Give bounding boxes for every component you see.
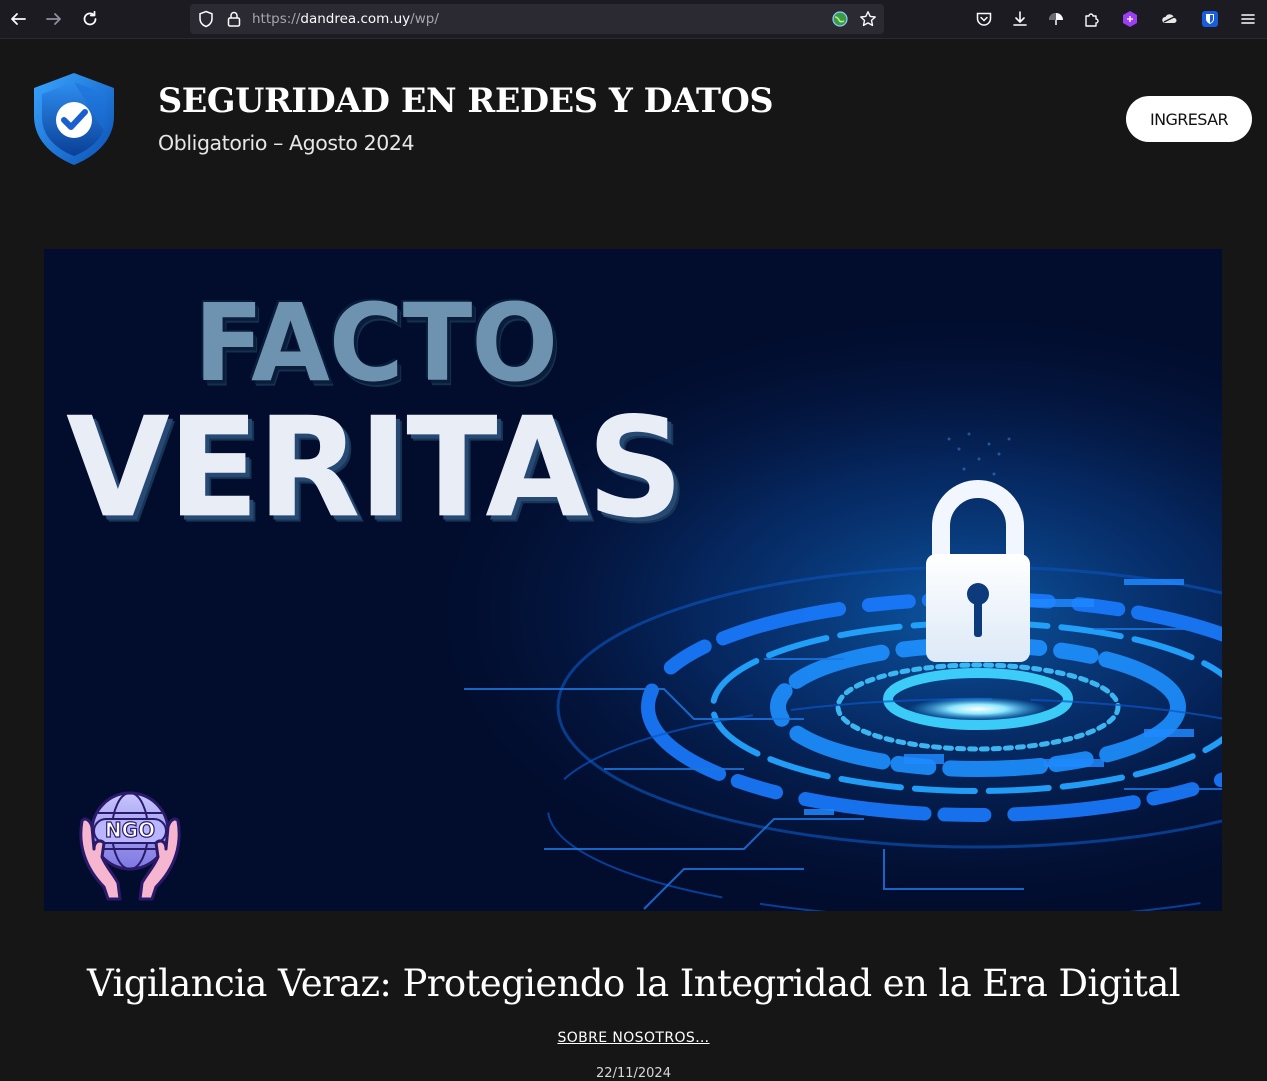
url-domain: dandrea.com.uy — [300, 11, 411, 27]
arrow-left-icon[interactable] — [7, 8, 29, 30]
hamburger-menu-icon[interactable] — [1237, 8, 1259, 30]
reload-icon[interactable] — [79, 8, 101, 30]
puzzle-icon[interactable] — [1081, 8, 1103, 30]
about-link[interactable]: SOBRE NOSOTROS… — [0, 1030, 1267, 1046]
pocket-icon[interactable] — [973, 8, 995, 30]
hero-title-main: VERITAS — [66, 387, 683, 549]
shield-icon[interactable] — [195, 8, 217, 30]
hero-image: FACTO VERITAS NGO — [44, 249, 1222, 911]
umbrella-icon[interactable] — [1045, 8, 1067, 30]
browser-toolbar: https://dandrea.com.uy/wp/ — [0, 0, 1267, 39]
site-tagline: Obligatorio – Agosto 2024 — [158, 131, 415, 155]
arrow-right-icon[interactable] — [43, 8, 65, 30]
hexagon-extension-icon[interactable] — [1119, 8, 1141, 30]
ngo-badge: NGO — [74, 787, 186, 903]
url-text[interactable]: https://dandrea.com.uy/wp/ — [252, 11, 439, 27]
globe-icon[interactable] — [829, 8, 851, 30]
site-title[interactable]: SEGURIDAD EN REDES Y DATOS — [158, 81, 774, 120]
url-prefix: https:// — [252, 11, 301, 27]
bitwarden-icon[interactable] — [1199, 8, 1221, 30]
post-title[interactable]: Vigilancia Veraz: Protegiendo la Integri… — [0, 962, 1267, 1005]
url-path: /wp/ — [410, 11, 439, 27]
site-header: SEGURIDAD EN REDES Y DATOS Obligatorio –… — [0, 39, 1267, 209]
ngo-badge-text: NGO — [104, 817, 156, 842]
cloud-extension-icon[interactable] — [1159, 8, 1181, 30]
download-icon[interactable] — [1009, 8, 1031, 30]
lock-icon[interactable] — [223, 8, 245, 30]
address-bar[interactable]: https://dandrea.com.uy/wp/ — [190, 4, 884, 34]
login-button[interactable]: INGRESAR — [1126, 96, 1252, 142]
hero-title-top: FACTO — [194, 281, 558, 407]
star-icon[interactable] — [857, 8, 879, 30]
shield-check-logo[interactable] — [30, 70, 118, 168]
